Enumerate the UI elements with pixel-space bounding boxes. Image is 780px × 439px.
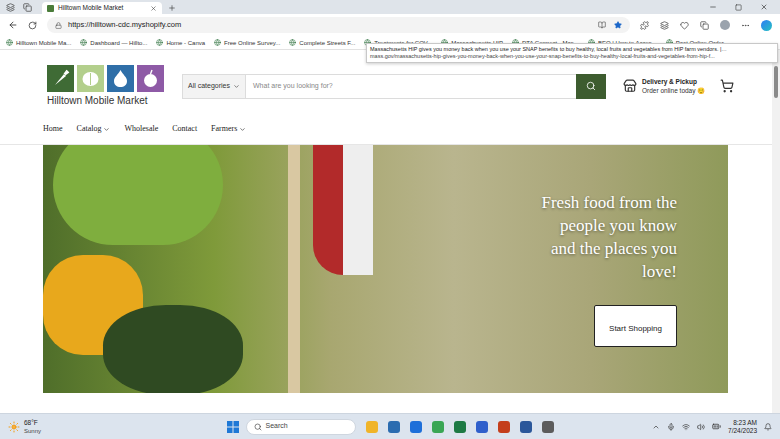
- taskbar-app-icon[interactable]: [388, 421, 400, 433]
- microphone-icon[interactable]: [667, 423, 675, 431]
- clock[interactable]: 8:23 AM7/24/2023: [728, 419, 757, 435]
- collections-icon[interactable]: [700, 21, 709, 30]
- bookmark-favicon-icon: [289, 39, 296, 46]
- site-logo[interactable]: Hilltown Mobile Market: [47, 65, 165, 107]
- volume-icon[interactable]: [697, 423, 705, 431]
- apple-logo-icon: [137, 65, 164, 92]
- taskbar-app-icon[interactable]: [476, 421, 488, 433]
- chevron-down-icon: [239, 126, 246, 133]
- refresh-icon[interactable]: [28, 21, 37, 30]
- close-tab-icon[interactable]: [150, 5, 157, 12]
- taskbar-app-icon[interactable]: [454, 421, 466, 433]
- nav-item[interactable]: Home: [43, 123, 63, 135]
- delivery-info[interactable]: Delivery & PickupOrder online today 😊: [623, 77, 705, 95]
- hero-headline: Fresh food from thepeople you knowand th…: [541, 191, 677, 283]
- taskbar-app-icon[interactable]: [410, 421, 422, 433]
- taskbar-app-icon[interactable]: [542, 421, 554, 433]
- favorites-icon[interactable]: [680, 21, 689, 30]
- scrollbar-thumb[interactable]: [774, 66, 778, 98]
- split-screen-icon[interactable]: [660, 21, 669, 30]
- scrollbar[interactable]: [772, 50, 780, 413]
- favicon-icon: [47, 5, 54, 12]
- minimize-icon[interactable]: [709, 3, 717, 11]
- weather-sun-icon: [8, 421, 20, 433]
- tab-bar: Hilltown Mobile Market: [0, 0, 780, 14]
- taskbar: 68°FSunny Search 8:23 AM7/24/2023: [0, 413, 780, 439]
- bing-icon[interactable]: [761, 20, 772, 31]
- tab-actions-icon[interactable]: [23, 3, 32, 12]
- bookmark-item[interactable]: Dashboard — Hillto...: [80, 39, 147, 46]
- extensions-icon[interactable]: [640, 21, 649, 30]
- web-page: Hilltown Mobile Market All categoriesWhat…: [0, 50, 780, 413]
- nav-item[interactable]: Wholesale: [124, 123, 158, 135]
- taskbar-search[interactable]: Search: [246, 419, 356, 435]
- bookmark-favicon-icon: [6, 39, 13, 46]
- bookmark-tooltip: Massachusetts HIP gives you money back w…: [366, 43, 778, 63]
- bookmark-favicon-icon: [156, 39, 163, 46]
- taskbar-app-icon[interactable]: [432, 421, 444, 433]
- bookmark-item[interactable]: Free Online Survey...: [214, 39, 280, 46]
- store-icon: [623, 79, 637, 93]
- bookmark-favicon-icon: [214, 39, 221, 46]
- weather-widget[interactable]: 68°FSunny: [24, 419, 41, 435]
- chevron-down-icon: [103, 126, 110, 133]
- start-shopping-button[interactable]: Start Shopping: [594, 305, 677, 347]
- search-bar: All categoriesWhat are you looking for?: [182, 74, 606, 99]
- browser-tab[interactable]: Hilltown Mobile Market: [42, 2, 162, 14]
- desktop-screen: Hilltown Mobile Market https://hilltown-c…: [0, 0, 780, 439]
- battery-icon[interactable]: [712, 422, 721, 431]
- search-input[interactable]: What are you looking for?: [246, 74, 576, 99]
- taskbar-app-icon[interactable]: [520, 421, 532, 433]
- read-aloud-icon[interactable]: [598, 21, 606, 29]
- search-button[interactable]: [576, 74, 606, 99]
- tray-overflow-icon[interactable]: [652, 423, 660, 431]
- bookmark-item[interactable]: Home - Canva: [156, 39, 205, 46]
- main-nav: Home Catalog Wholesale Contact Farmers: [0, 121, 780, 137]
- taskbar-app-icon[interactable]: [366, 421, 378, 433]
- search-icon: [586, 81, 596, 91]
- nav-item[interactable]: Farmers: [211, 123, 246, 135]
- bookmark-item[interactable]: Hilltown Mobile Ma...: [6, 39, 71, 46]
- site-header: Hilltown Mobile Market All categoriesWhat…: [0, 65, 780, 107]
- category-select[interactable]: All categories: [182, 74, 246, 99]
- url-text: https://hilltown-cdc.myshopify.com: [68, 19, 181, 30]
- cart-icon[interactable]: [720, 79, 734, 93]
- new-tab-icon[interactable]: [168, 4, 176, 12]
- wifi-icon[interactable]: [682, 423, 690, 431]
- bookmark-favicon-icon: [80, 39, 87, 46]
- hero-photo: [43, 145, 728, 393]
- nav-item[interactable]: Contact: [172, 123, 197, 135]
- bookmark-item[interactable]: Complete Streets F...: [289, 39, 355, 46]
- workspaces-icon[interactable]: [6, 3, 15, 12]
- onion-logo-icon: [107, 65, 134, 92]
- more-icon[interactable]: [741, 21, 750, 30]
- maximize-icon[interactable]: [735, 4, 742, 11]
- taskbar-app-icon[interactable]: [498, 421, 510, 433]
- favorite-star-icon[interactable]: [614, 21, 622, 29]
- tab-title: Hilltown Mobile Market: [58, 5, 123, 12]
- address-row: https://hilltown-cdc.myshopify.com: [0, 14, 780, 36]
- close-window-icon[interactable]: [760, 3, 768, 11]
- lock-icon: [55, 22, 62, 29]
- carrot-logo-icon: [47, 65, 74, 92]
- profile-avatar-icon[interactable]: [720, 20, 730, 30]
- notifications-icon[interactable]: [764, 423, 772, 431]
- nav-item[interactable]: Catalog: [77, 123, 111, 135]
- hero-banner: Fresh food from thepeople you knowand th…: [43, 145, 728, 393]
- windows-start-icon[interactable]: [227, 421, 239, 433]
- lettuce-logo-icon: [77, 65, 104, 92]
- logo-text: Hilltown Mobile Market: [47, 95, 165, 107]
- back-icon[interactable]: [8, 20, 18, 30]
- chevron-down-icon: [233, 83, 240, 90]
- address-field[interactable]: https://hilltown-cdc.myshopify.com: [47, 17, 630, 33]
- search-icon: [254, 423, 262, 431]
